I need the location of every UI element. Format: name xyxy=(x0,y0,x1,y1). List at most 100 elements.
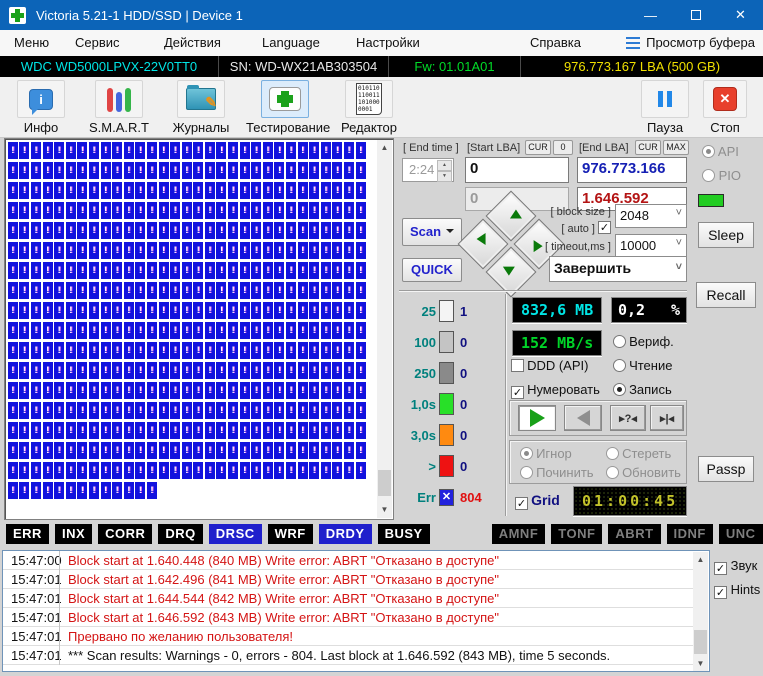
block-cell[interactable]: ! xyxy=(205,202,215,219)
block-cell[interactable]: ! xyxy=(77,262,87,279)
log-entry[interactable]: 15:47:01Block start at 1.646.592 (843 MB… xyxy=(3,608,693,627)
block-cell[interactable]: ! xyxy=(77,322,87,339)
block-cell[interactable]: ! xyxy=(240,222,250,239)
block-cell[interactable]: ! xyxy=(205,262,215,279)
block-cell[interactable]: ! xyxy=(19,162,29,179)
block-cell[interactable]: ! xyxy=(298,382,308,399)
block-cell[interactable]: ! xyxy=(274,382,284,399)
block-cell[interactable]: ! xyxy=(332,362,342,379)
block-cell[interactable]: ! xyxy=(205,302,215,319)
block-cell[interactable]: ! xyxy=(216,242,226,259)
block-cell[interactable]: ! xyxy=(170,442,180,459)
block-cell[interactable]: ! xyxy=(182,262,192,279)
sound-checkbox[interactable]: ✓ Звук xyxy=(714,558,757,575)
remap-ignore-radio[interactable]: Игнор xyxy=(520,446,572,461)
block-cell[interactable]: ! xyxy=(321,202,331,219)
block-cell[interactable]: ! xyxy=(89,482,99,499)
block-cell[interactable]: ! xyxy=(31,482,41,499)
block-cell[interactable]: ! xyxy=(286,182,296,199)
numerate-checkbox[interactable]: ✓ Нумеровать xyxy=(511,382,600,399)
block-cell[interactable]: ! xyxy=(309,282,319,299)
block-cell[interactable]: ! xyxy=(193,242,203,259)
block-cell[interactable]: ! xyxy=(193,302,203,319)
block-cell[interactable]: ! xyxy=(274,442,284,459)
block-cell[interactable]: ! xyxy=(298,342,308,359)
block-cell[interactable]: ! xyxy=(228,162,238,179)
block-cell[interactable]: ! xyxy=(251,382,261,399)
block-cell[interactable]: ! xyxy=(112,282,122,299)
block-cell[interactable]: ! xyxy=(356,402,366,419)
block-cell[interactable]: ! xyxy=(251,242,261,259)
block-cell[interactable]: ! xyxy=(101,142,111,159)
block-cell[interactable]: ! xyxy=(205,182,215,199)
block-cell[interactable]: ! xyxy=(54,182,64,199)
block-cell[interactable]: ! xyxy=(240,422,250,439)
block-cell[interactable]: ! xyxy=(135,142,145,159)
block-cell[interactable]: ! xyxy=(205,422,215,439)
block-cell[interactable]: ! xyxy=(43,402,53,419)
block-cell[interactable]: ! xyxy=(147,282,157,299)
block-cell[interactable]: ! xyxy=(228,182,238,199)
block-cell[interactable]: ! xyxy=(77,182,87,199)
block-cell[interactable]: ! xyxy=(170,322,180,339)
block-cell[interactable]: ! xyxy=(170,182,180,199)
block-cell[interactable]: ! xyxy=(43,362,53,379)
block-cell[interactable]: ! xyxy=(112,182,122,199)
block-cell[interactable]: ! xyxy=(182,362,192,379)
block-cell[interactable]: ! xyxy=(31,322,41,339)
block-cell[interactable]: ! xyxy=(216,282,226,299)
block-cell[interactable]: ! xyxy=(263,242,273,259)
block-cell[interactable]: ! xyxy=(8,382,18,399)
block-cell[interactable]: ! xyxy=(356,302,366,319)
block-cell[interactable]: ! xyxy=(263,362,273,379)
block-cell[interactable]: ! xyxy=(89,442,99,459)
block-cell[interactable]: ! xyxy=(31,282,41,299)
block-cell[interactable]: ! xyxy=(274,202,284,219)
quick-button[interactable]: QUICK xyxy=(402,258,462,282)
block-cell[interactable]: ! xyxy=(19,182,29,199)
block-cell[interactable]: ! xyxy=(332,442,342,459)
block-cell[interactable]: ! xyxy=(274,222,284,239)
block-cell[interactable]: ! xyxy=(286,342,296,359)
block-cell[interactable]: ! xyxy=(309,322,319,339)
block-cell[interactable]: ! xyxy=(193,422,203,439)
test-button[interactable]: Тестирование xyxy=(246,80,324,135)
block-cell[interactable]: ! xyxy=(240,182,250,199)
block-cell[interactable]: ! xyxy=(19,442,29,459)
block-cell[interactable]: ! xyxy=(19,142,29,159)
block-cell[interactable]: ! xyxy=(135,422,145,439)
log-scrollbar[interactable]: ▲ ▼ xyxy=(693,552,708,672)
remap-repair-radio[interactable]: Починить xyxy=(520,465,594,480)
block-cell[interactable]: ! xyxy=(193,442,203,459)
block-cell[interactable]: ! xyxy=(66,322,76,339)
block-cell[interactable]: ! xyxy=(124,342,134,359)
block-cell[interactable]: ! xyxy=(216,142,226,159)
block-cell[interactable]: ! xyxy=(77,382,87,399)
block-cell[interactable]: ! xyxy=(147,302,157,319)
block-cell[interactable]: ! xyxy=(298,202,308,219)
block-cell[interactable]: ! xyxy=(216,402,226,419)
block-cell[interactable]: ! xyxy=(147,262,157,279)
block-cell[interactable]: ! xyxy=(344,262,354,279)
block-cell[interactable]: ! xyxy=(112,302,122,319)
minimize-button[interactable]: — xyxy=(628,0,673,30)
block-cell[interactable]: ! xyxy=(8,182,18,199)
block-cell[interactable]: ! xyxy=(147,202,157,219)
block-cell[interactable]: ! xyxy=(216,462,226,479)
block-cell[interactable]: ! xyxy=(8,162,18,179)
block-cell[interactable]: ! xyxy=(332,242,342,259)
block-cell[interactable]: ! xyxy=(124,462,134,479)
block-cell[interactable]: ! xyxy=(31,262,41,279)
block-cell[interactable]: ! xyxy=(309,342,319,359)
block-cell[interactable]: ! xyxy=(8,202,18,219)
block-cell[interactable]: ! xyxy=(54,482,64,499)
block-cell[interactable]: ! xyxy=(89,322,99,339)
block-cell[interactable]: ! xyxy=(124,182,134,199)
block-cell[interactable]: ! xyxy=(159,422,169,439)
block-map-scrollbar[interactable]: ▲ ▼ xyxy=(377,140,392,518)
block-cell[interactable]: ! xyxy=(101,362,111,379)
block-cell[interactable]: ! xyxy=(286,242,296,259)
block-cell[interactable]: ! xyxy=(298,142,308,159)
block-cell[interactable]: ! xyxy=(89,142,99,159)
block-cell[interactable]: ! xyxy=(274,402,284,419)
